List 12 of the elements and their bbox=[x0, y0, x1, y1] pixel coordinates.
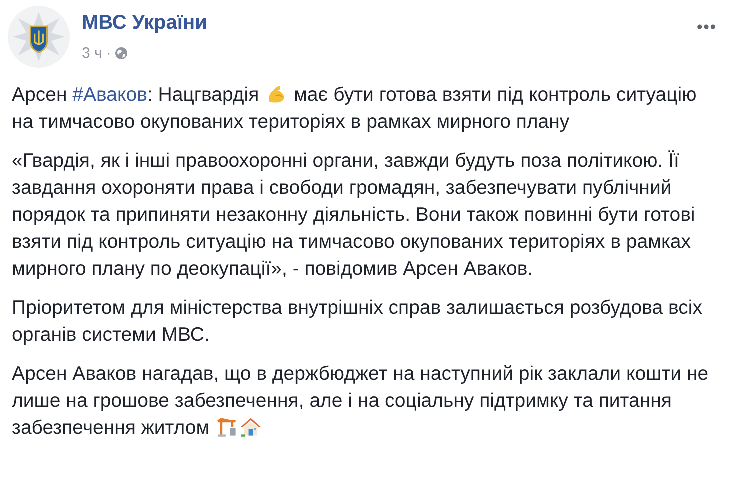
post-paragraph: «Гвардія, як і інші правоохоронні органи, завжди будуть поза політикою. Її завдання охороняти права і свободи громадян, забезпечувати публічний порядок та припиняти незаконну діяльність. Вони також повинні бути готові взяти під контроль ситуацію на тимчасово окупованих територіях в рамках мирного плану по деокупації», - повідомив Арсен Аваков. bbox=[12, 149, 696, 282]
globe-icon[interactable] bbox=[115, 47, 128, 60]
separator-dot: · bbox=[106, 45, 112, 62]
crane-icon bbox=[216, 416, 238, 438]
hashtag-link[interactable]: #Аваков bbox=[72, 84, 148, 106]
post-paragraph: Пріоритетом для міністерства внутрішніх справ залишається розбудова всіх органів системи МВС. bbox=[12, 296, 704, 348]
house-icon bbox=[240, 416, 262, 438]
avatar-badge-drawing[interactable] bbox=[8, 6, 70, 68]
post-paragraph: Арсен Аваков нагадав, що в держбюджет на наступний рік заклали кошти не лише на грошове забезпечення, але і на соціальну підтримку та питання забезпечення житлом bbox=[12, 362, 710, 441]
post-paragraph: Арсен #Аваков: Нацгвардія має бути готова взяти під контроль ситуацію на тимчасово окупованих територіях в рамках мирного плану bbox=[12, 82, 698, 135]
page-name-link[interactable]: МВС України bbox=[82, 12, 208, 35]
more-options-icon[interactable] bbox=[697, 24, 716, 30]
